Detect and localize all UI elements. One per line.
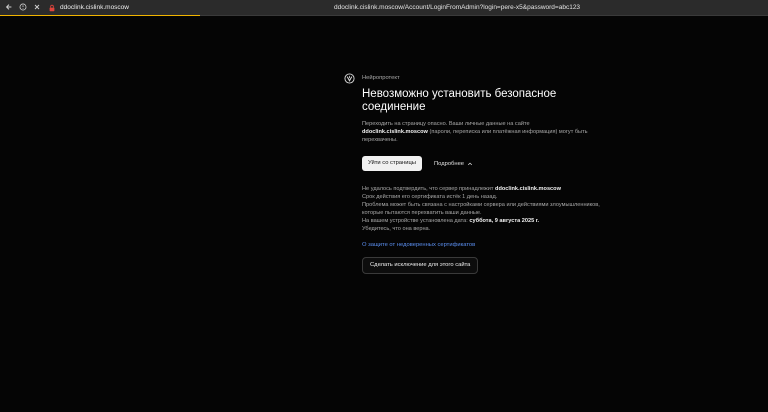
arrow-left-icon — [5, 3, 13, 13]
details-line4-prefix: На вашем устройстве установлена дата: — [362, 217, 468, 224]
warning-description: Переходить на страницу опасно. Ваши личн… — [362, 120, 617, 144]
page-title: Невозможно установить безопасное соедине… — [362, 88, 557, 113]
brand-label: Нейропротект — [362, 75, 400, 81]
desc-domain: ddoclink.cislink.moscow — [362, 129, 428, 135]
leave-page-button[interactable]: Уйти со страницы — [362, 156, 422, 171]
page-load-track — [0, 15, 768, 16]
details-line5: Убедитесь, что она верна. — [362, 225, 431, 232]
shield-icon — [19, 3, 27, 13]
page-load-progress — [0, 15, 200, 16]
brand-row: Нейропротект — [344, 72, 604, 84]
details-panel: Не удалось подтвердить, что сервер прина… — [362, 186, 622, 233]
details-line2: Срок действия его сертификата истёк 1 де… — [362, 193, 498, 200]
chevron-up-icon — [467, 161, 473, 167]
browser-toolbar: ddoclink.cislink.moscow ddoclink.cislink… — [0, 0, 768, 15]
action-row: Уйти со страницы Подробнее — [362, 156, 604, 171]
lock-icon — [48, 4, 56, 12]
site-identity[interactable]: ddoclink.cislink.moscow — [48, 0, 129, 15]
neuroprotect-shield-icon — [344, 72, 355, 84]
details-line4-date: суббота, 9 августа 2025 г. — [469, 217, 540, 224]
tab-title: ddoclink.cislink.moscow — [60, 4, 129, 11]
add-exception-button[interactable]: Сделать исключение для этого сайта — [362, 257, 479, 275]
back-button[interactable] — [2, 0, 16, 15]
details-line1-domain: ddoclink.cislink.moscow — [495, 186, 561, 192]
details-toggle[interactable]: Подробнее — [434, 161, 473, 167]
stop-button[interactable] — [30, 0, 44, 15]
details-line1-prefix: Не удалось подтвердить, что сервер прина… — [362, 186, 494, 192]
untrusted-certificates-link[interactable]: О защите от недоверенных сертификатов — [362, 242, 604, 248]
close-icon — [33, 3, 41, 13]
desc-prefix: Переходить на страницу опасно. Ваши личн… — [362, 121, 530, 127]
address-bar-url[interactable]: ddoclink.cislink.moscow/Account/LoginFro… — [334, 0, 580, 15]
details-toggle-label: Подробнее — [433, 160, 465, 167]
details-line3: Проблема может быть связана с настройкам… — [362, 201, 600, 216]
certificate-warning: Нейропротект Невозможно установить безоп… — [344, 72, 604, 275]
shield-button[interactable] — [16, 0, 30, 15]
